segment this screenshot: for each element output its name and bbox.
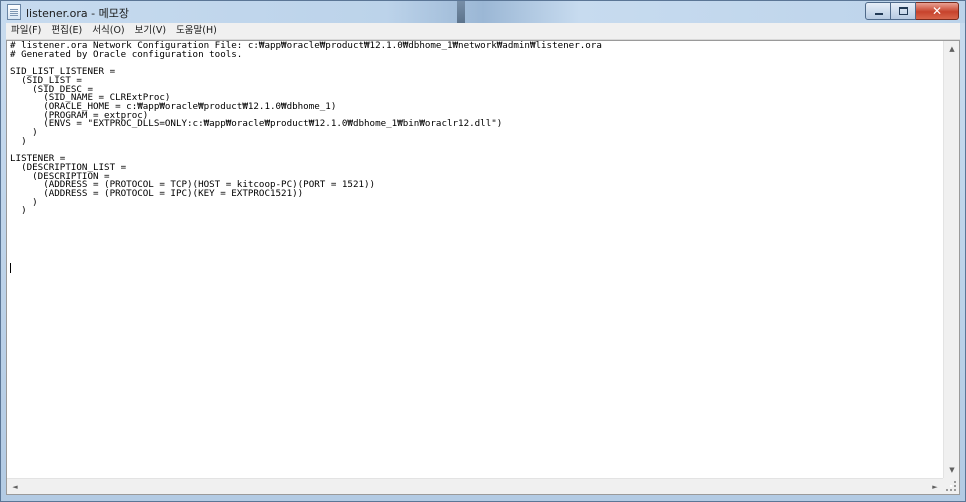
caption-buttons: ✕ [865, 2, 959, 20]
menu-edit[interactable]: 편집(E) [46, 23, 87, 39]
scroll-right-icon[interactable]: ► [927, 479, 943, 495]
close-button[interactable]: ✕ [916, 2, 959, 20]
minimize-icon [875, 13, 883, 15]
minimize-button[interactable] [865, 2, 891, 20]
menu-help[interactable]: 도움말(H) [171, 23, 222, 39]
text-editor[interactable]: # listener.ora Network Configuration Fil… [7, 41, 943, 478]
background-window-edge [457, 1, 465, 23]
menu-bar: 파일(F) 편집(E) 서식(O) 보기(V) 도움말(H) [6, 23, 960, 40]
editor-client-area: # listener.ora Network Configuration Fil… [6, 40, 960, 495]
resize-grip-icon[interactable] [943, 478, 959, 494]
menu-view[interactable]: 보기(V) [130, 23, 171, 39]
maximize-button[interactable] [891, 2, 916, 20]
maximize-icon [899, 7, 908, 15]
menu-format[interactable]: 서식(O) [87, 23, 129, 39]
window-title: listener.ora - 메모장 [26, 7, 129, 20]
close-icon: ✕ [931, 4, 943, 18]
editor-text[interactable]: # listener.ora Network Configuration Fil… [7, 41, 943, 216]
horizontal-scrollbar[interactable]: ◄ ► [7, 478, 943, 494]
title-bar[interactable]: listener.ora - 메모장 ✕ [1, 1, 965, 23]
scroll-up-icon[interactable]: ▲ [944, 41, 960, 57]
text-caret [10, 263, 11, 273]
notepad-window: listener.ora - 메모장 ✕ 파일(F) 편집(E) 서식(O) 보… [0, 0, 966, 502]
scroll-down-icon[interactable]: ▼ [944, 462, 960, 478]
notepad-icon[interactable] [7, 4, 21, 20]
scroll-left-icon[interactable]: ◄ [7, 479, 23, 495]
menu-file[interactable]: 파일(F) [6, 23, 46, 39]
vertical-scrollbar[interactable]: ▲ ▼ [943, 41, 959, 478]
